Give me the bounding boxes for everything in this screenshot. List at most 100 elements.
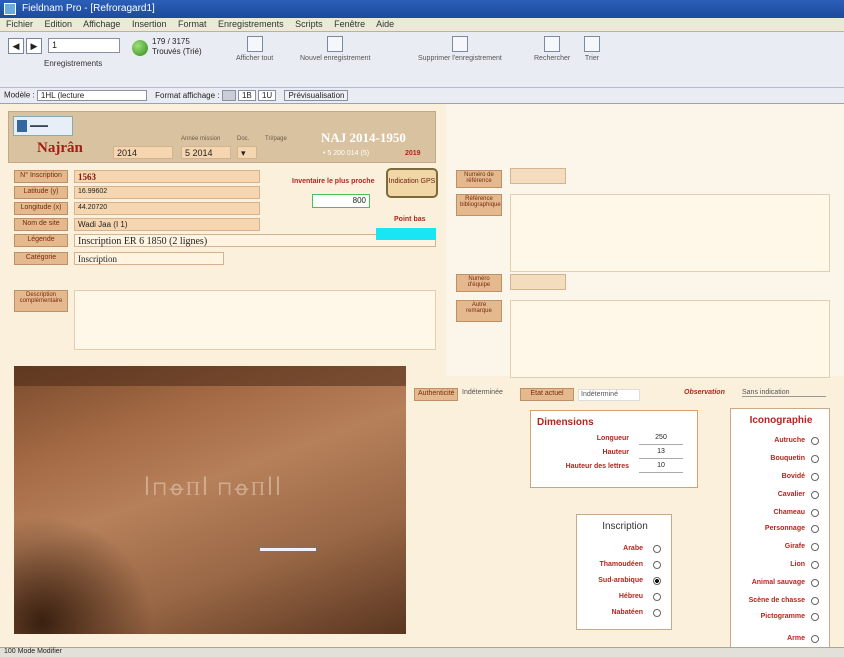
iconographie-title: Iconographie <box>749 415 813 426</box>
authenticity-value[interactable]: Indéterminée <box>462 389 503 396</box>
inscription-panel: Inscription Arabe Thamoudéen Sud-arabiqu… <box>576 514 672 630</box>
length-field[interactable]: 250 <box>639 434 683 445</box>
category-field[interactable]: Inscription <box>74 252 224 265</box>
option-arabe-radio[interactable] <box>653 545 661 553</box>
doc-dropdown[interactable]: ▾ <box>237 146 257 159</box>
icon-option-bovide-radio[interactable] <box>811 473 819 481</box>
menu-fichier[interactable]: Fichier <box>6 19 33 29</box>
other-remark-label: Autre remarque <box>456 300 502 322</box>
point-bas-field[interactable] <box>376 228 436 240</box>
state-value[interactable]: Indéterminé <box>578 389 640 401</box>
team-number-field[interactable] <box>510 274 566 290</box>
menu-affichage[interactable]: Affichage <box>83 19 120 29</box>
view-format-label: Format affichage : <box>155 90 220 100</box>
previous-record-button[interactable]: ◀ <box>8 38 24 54</box>
option-nabateen-radio[interactable] <box>653 609 661 617</box>
record-subcode: • 5 200 014 (5) <box>323 150 370 157</box>
record-number-input[interactable]: 1 <box>48 38 120 53</box>
icon-option-cavalier-radio[interactable] <box>811 491 819 499</box>
legend-label: Légende <box>14 234 68 247</box>
letter-height-label: Hauteur des lettres <box>565 463 629 470</box>
sort-label: Trier <box>584 55 600 62</box>
option-hebreu-radio[interactable] <box>653 593 661 601</box>
icon-option-scene-de-chasse-radio[interactable] <box>811 597 819 605</box>
team-number-label: Numéro d'équipe <box>456 274 502 292</box>
latitude-label: Latitude (y) <box>14 186 68 199</box>
height-field[interactable]: 13 <box>639 448 683 459</box>
doc-label: Doc. <box>237 136 250 142</box>
view-option-b[interactable]: 1U <box>257 90 277 101</box>
show-all-tool[interactable]: Afficher tout <box>236 36 273 62</box>
icon-option-bouquetin-radio[interactable] <box>811 455 819 463</box>
gps-button[interactable]: Indication GPS <box>386 168 438 198</box>
option-arabe-label: Arabe <box>623 545 643 552</box>
menu-enregistrements[interactable]: Enregistrements <box>218 19 284 29</box>
latitude-field[interactable]: 16.99602 <box>74 186 260 199</box>
find-tool[interactable]: Rechercher <box>534 36 570 62</box>
date-field[interactable]: 5 2014 <box>181 146 231 159</box>
icon-option-autruche-label: Autruche <box>774 437 805 444</box>
option-nabateen-label: Nabatéen <box>611 609 643 616</box>
inscription-number-field[interactable]: 1563 <box>74 170 260 183</box>
distance-field[interactable]: 800 <box>312 194 370 208</box>
sort-tool[interactable]: Trier <box>584 36 600 62</box>
observation-value[interactable]: Sans indication <box>742 389 826 397</box>
bibliography-field[interactable] <box>510 194 830 272</box>
icon-option-arme-radio[interactable] <box>811 635 819 643</box>
icon-option-personnage-label: Personnage <box>764 525 805 532</box>
layout-select[interactable]: 1HL (lecture <box>36 90 147 101</box>
other-remark-field[interactable] <box>510 300 830 378</box>
toolbar: ◀ ▶ 1 Enregistrements 179 / 3175 Trouvés… <box>0 32 844 88</box>
icon-option-bouquetin-label: Bouquetin <box>770 455 805 462</box>
next-record-button[interactable]: ▶ <box>26 38 42 54</box>
menu-fenetre[interactable]: Fenêtre <box>334 19 365 29</box>
icon-option-girafe-radio[interactable] <box>811 543 819 551</box>
reference-field[interactable] <box>510 168 566 184</box>
menu-bar: Fichier Edition Affichage Insertion Form… <box>0 18 844 32</box>
delete-record-tool[interactable]: Supprimer l'enregistrement <box>418 36 502 62</box>
longitude-field[interactable]: 44.20720 <box>74 202 260 215</box>
logo-icon: ▬▬▬ <box>30 123 48 129</box>
reference-label: Numéro de référence <box>456 170 502 188</box>
icon-option-bovide-label: Bovidé <box>781 473 805 480</box>
option-thamoudeen-radio[interactable] <box>653 561 661 569</box>
carved-inscription-mark: ꟾ⊓ꝋΠꟾ ⊓ꝋΠꟾꟾ <box>144 478 283 500</box>
icon-option-personnage-radio[interactable] <box>811 525 819 533</box>
menu-edition[interactable]: Edition <box>45 19 73 29</box>
new-record-icon <box>327 36 344 52</box>
menu-scripts[interactable]: Scripts <box>295 19 323 29</box>
icon-option-girafe-label: Girafe <box>784 543 805 550</box>
letter-height-field[interactable]: 10 <box>639 462 683 473</box>
form-view-button[interactable] <box>221 90 236 101</box>
icon-option-pictogramme-radio[interactable] <box>811 613 819 621</box>
icon-option-autruche-radio[interactable] <box>811 437 819 445</box>
icon-option-pictogramme-label: Pictogramme <box>760 613 805 620</box>
new-record-tool[interactable]: Nouvel enregistrement <box>300 36 370 62</box>
option-sud-arabique-radio[interactable] <box>653 577 661 585</box>
menu-format[interactable]: Format <box>178 19 207 29</box>
find-label: Rechercher <box>534 55 571 62</box>
icon-option-lion-radio[interactable] <box>811 561 819 569</box>
year-field[interactable]: 2014 <box>113 146 173 159</box>
logo-mark <box>17 120 27 132</box>
record-year-small: 2019 <box>405 150 421 157</box>
bibliography-label: Référence bibliographique <box>456 194 502 216</box>
description-field[interactable] <box>74 290 436 350</box>
preview-button[interactable]: Prévisualisation <box>284 90 349 101</box>
point-bas-label: Point bas <box>394 216 426 223</box>
delete-record-label: Supprimer l'enregistrement <box>418 55 502 62</box>
found-count: 179 / 3175 <box>152 37 190 46</box>
icon-option-animal-sauvage-radio[interactable] <box>811 579 819 587</box>
inscription-number-label: N° Inscription <box>14 170 68 183</box>
record-header: ▬▬▬ Najrân 2014 Année mission 5 2014 Doc… <box>8 111 436 163</box>
height-label: Hauteur <box>602 449 629 456</box>
option-hebreu-label: Hébreu <box>618 593 643 600</box>
category-label: Catégorie <box>14 252 68 265</box>
icon-option-cavalier-label: Cavalier <box>777 491 805 498</box>
found-label: Trouvés (Trié) <box>152 47 202 56</box>
menu-insertion[interactable]: Insertion <box>132 19 167 29</box>
icon-option-chameau-radio[interactable] <box>811 509 819 517</box>
site-name-field[interactable]: Wadi Jaa (I 1) <box>74 218 260 231</box>
menu-aide[interactable]: Aide <box>376 19 394 29</box>
view-option-a[interactable]: 1B <box>237 90 256 101</box>
